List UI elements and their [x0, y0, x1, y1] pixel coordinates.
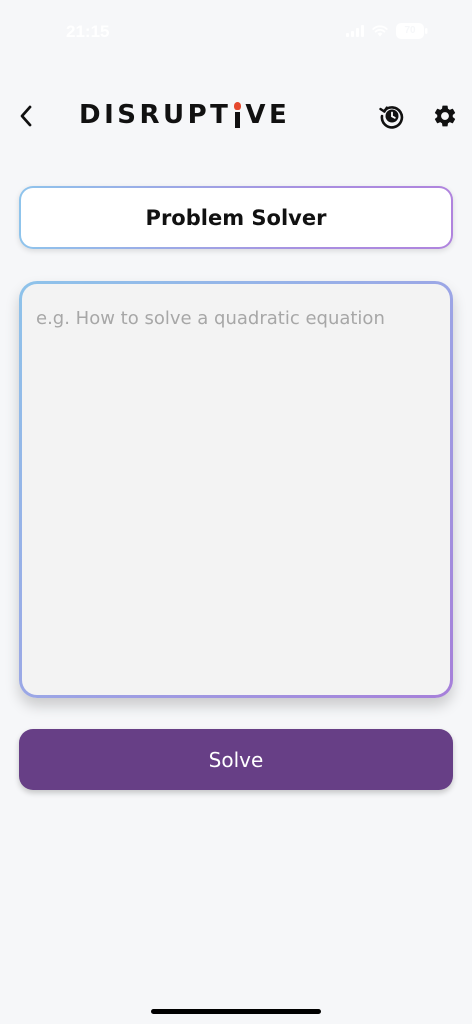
battery-level: 70	[404, 25, 416, 36]
brand-logo-suffix: VE	[245, 100, 291, 130]
brand-logo-prefix: DISRUPT	[79, 100, 232, 130]
gear-icon	[434, 105, 456, 127]
header: DISRUPT VE	[0, 90, 472, 142]
history-icon	[379, 106, 404, 129]
problem-input[interactable]	[22, 284, 450, 695]
chevron-left-icon	[20, 105, 32, 127]
settings-button[interactable]	[429, 100, 461, 132]
title-card-inner: Problem Solver	[21, 188, 451, 247]
title-card: Problem Solver	[19, 186, 453, 249]
solve-button[interactable]: Solve	[19, 729, 453, 790]
status-bar: 21:15 70	[0, 0, 472, 64]
wifi-icon	[372, 25, 388, 37]
home-indicator	[151, 1009, 321, 1014]
history-button[interactable]	[376, 100, 408, 132]
problem-input-card	[19, 281, 453, 698]
battery-icon: 70	[396, 23, 428, 39]
logo-mark-icon	[232, 102, 242, 128]
status-time: 21:15	[66, 22, 110, 41]
brand-logo: DISRUPT VE	[79, 98, 290, 132]
page-title: Problem Solver	[145, 205, 327, 230]
back-button[interactable]	[10, 100, 42, 132]
status-icons: 70	[346, 22, 428, 40]
signal-icon	[346, 25, 364, 37]
